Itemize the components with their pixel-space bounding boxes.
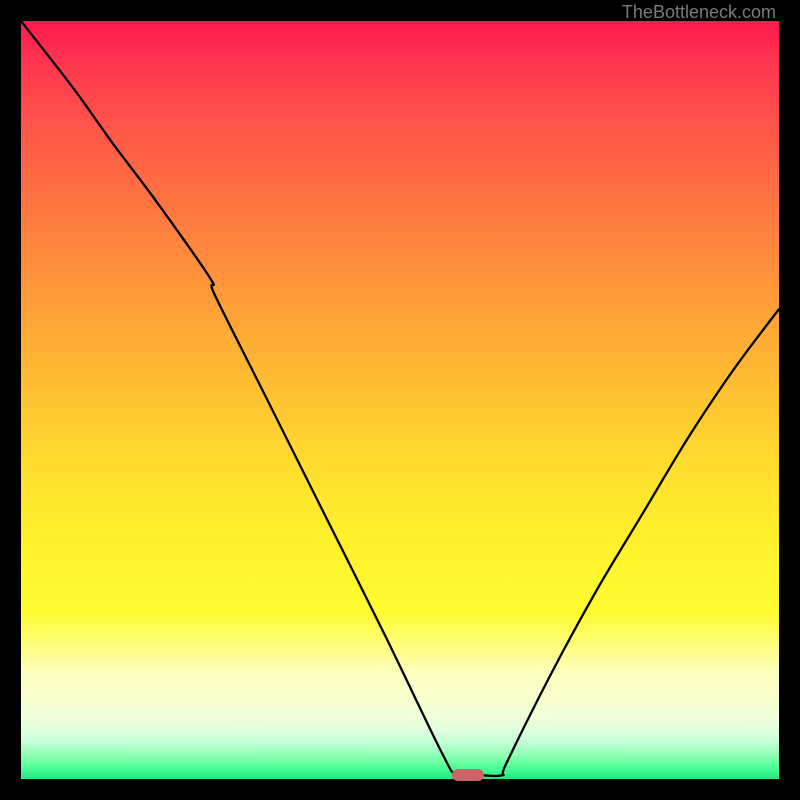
watermark-label: TheBottleneck.com xyxy=(622,2,776,23)
optimal-marker xyxy=(452,769,484,781)
curve-layer xyxy=(21,21,779,779)
bottleneck-curve xyxy=(21,21,779,777)
chart-container: TheBottleneck.com xyxy=(0,0,800,800)
